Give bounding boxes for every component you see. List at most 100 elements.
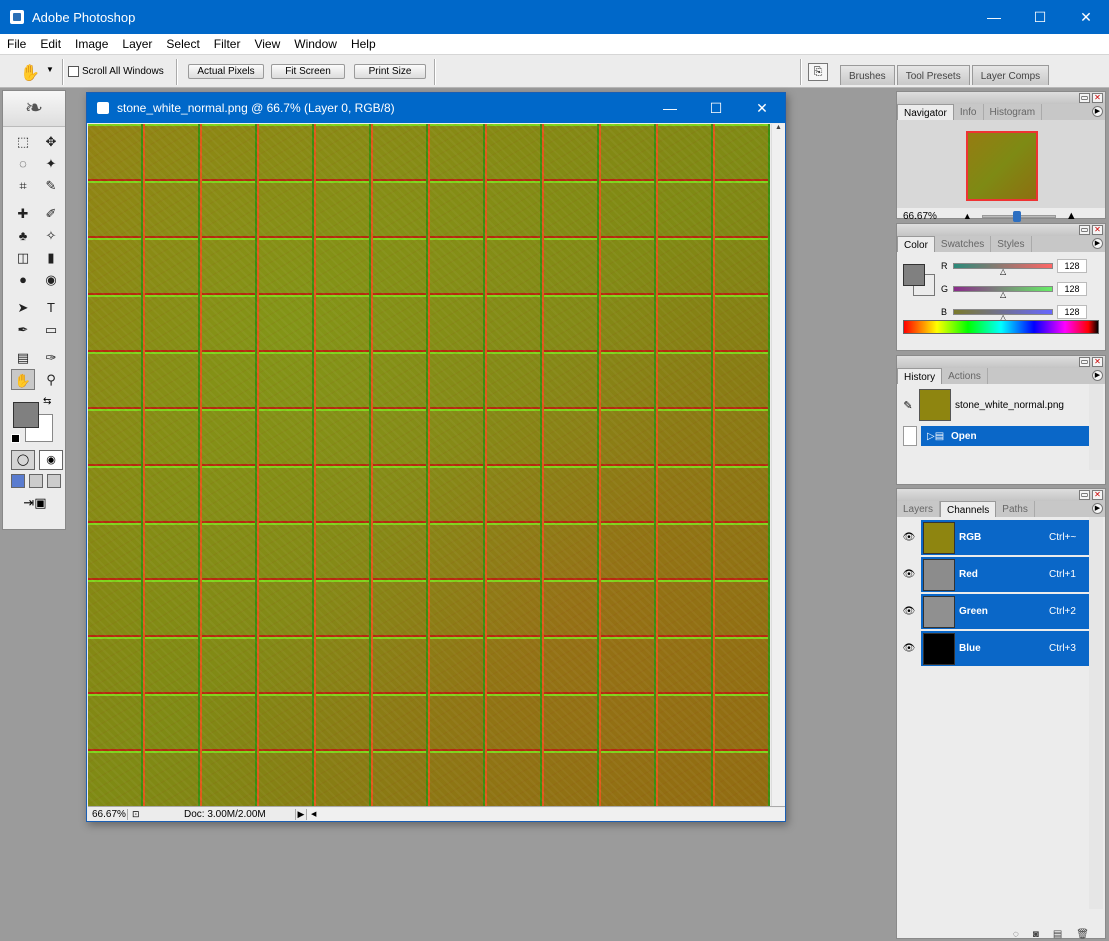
minimize-palette-button[interactable]: ▭: [1079, 93, 1090, 103]
close-palette-button[interactable]: ✕: [1092, 93, 1103, 103]
clone-stamp-tool-icon[interactable]: ♣: [11, 225, 35, 246]
gradient-tool-icon[interactable]: ▮: [39, 247, 63, 268]
red-value-field[interactable]: 128: [1057, 259, 1087, 273]
status-arrow-icon[interactable]: ▶: [295, 808, 307, 820]
palette-menu-icon[interactable]: ▶: [1092, 503, 1103, 514]
blur-tool-icon[interactable]: ●: [11, 269, 35, 290]
channel-row-red[interactable]: 👁 Red Ctrl+1: [897, 556, 1103, 593]
brush-tool-icon[interactable]: ✐: [39, 203, 63, 224]
history-state-source-box[interactable]: [903, 426, 917, 446]
file-browser-icon[interactable]: ⎘: [808, 63, 828, 81]
layer-comps-tab[interactable]: Layer Comps: [971, 65, 1050, 85]
rectangle-tool-icon[interactable]: ▭: [39, 319, 63, 340]
tab-styles[interactable]: Styles: [991, 236, 1032, 252]
hand-icon[interactable]: ✋: [20, 63, 40, 83]
healing-brush-tool-icon[interactable]: ✚: [11, 203, 35, 224]
tool-preset-dropdown-icon[interactable]: ▼: [46, 65, 54, 74]
tab-histogram[interactable]: Histogram: [984, 104, 1043, 120]
history-state[interactable]: ▷▤ Open: [921, 426, 1089, 446]
tab-actions[interactable]: Actions: [942, 368, 988, 384]
lasso-tool-icon[interactable]: ◌: [11, 153, 35, 174]
document-zoom-value[interactable]: 66.67%: [88, 808, 128, 820]
document-close-button[interactable]: ✕: [739, 93, 785, 123]
slice-tool-icon[interactable]: ✎: [39, 175, 63, 196]
move-tool-icon[interactable]: ✥: [39, 131, 63, 152]
menu-image[interactable]: Image: [68, 37, 115, 51]
full-screen-menu-mode-icon[interactable]: [29, 474, 43, 488]
crop-tool-icon[interactable]: ⌗: [11, 175, 35, 196]
horizontal-scrollbar[interactable]: ◀: [307, 807, 785, 821]
maximize-button[interactable]: ☐: [1017, 0, 1063, 34]
type-tool-icon[interactable]: T: [39, 297, 63, 318]
menu-layer[interactable]: Layer: [115, 37, 159, 51]
new-channel-icon[interactable]: ▤: [1053, 929, 1062, 940]
tab-history[interactable]: History: [897, 368, 943, 384]
tab-paths[interactable]: Paths: [996, 501, 1035, 517]
close-button[interactable]: ✕: [1063, 0, 1109, 34]
history-brush-tool-icon[interactable]: ✧: [39, 225, 63, 246]
green-slider-thumb-icon[interactable]: △: [1000, 291, 1006, 299]
menu-window[interactable]: Window: [287, 37, 344, 51]
green-slider[interactable]: △: [953, 286, 1053, 299]
palette-menu-icon[interactable]: ▶: [1092, 370, 1103, 381]
load-channel-selection-icon[interactable]: ◌: [1013, 929, 1019, 940]
eraser-tool-icon[interactable]: ◫: [11, 247, 35, 268]
tab-channels[interactable]: Channels: [940, 501, 997, 517]
actual-pixels-button[interactable]: Actual Pixels: [188, 64, 264, 79]
foreground-color-swatch[interactable]: [13, 402, 39, 428]
navigator-view-box[interactable]: [966, 131, 1038, 201]
menu-filter[interactable]: Filter: [207, 37, 248, 51]
red-slider[interactable]: △: [953, 263, 1053, 276]
delete-channel-icon[interactable]: 🗑: [1076, 929, 1089, 940]
jump-to-imageready-icon[interactable]: ⇥▣: [11, 492, 59, 514]
default-colors-icon[interactable]: [11, 434, 20, 443]
image-canvas[interactable]: [88, 124, 770, 806]
green-value-field[interactable]: 128: [1057, 282, 1087, 296]
color-spectrum-bar[interactable]: [903, 320, 1099, 334]
print-size-button[interactable]: Print Size: [354, 64, 426, 79]
dodge-tool-icon[interactable]: ◉: [39, 269, 63, 290]
channel-item[interactable]: Blue Ctrl+3: [921, 631, 1089, 666]
tab-layers[interactable]: Layers: [897, 501, 941, 517]
navigator-zoom-value[interactable]: 66.67%: [903, 211, 937, 222]
palette-menu-icon[interactable]: ▶: [1092, 238, 1103, 249]
close-palette-button[interactable]: ✕: [1092, 357, 1103, 367]
color-foreground-swatch[interactable]: [903, 264, 925, 286]
menu-view[interactable]: View: [247, 37, 287, 51]
history-brush-source-icon[interactable]: ✎: [897, 399, 919, 412]
channel-row-blue[interactable]: 👁 Blue Ctrl+3: [897, 630, 1103, 667]
tab-color[interactable]: Color: [897, 236, 935, 252]
channel-item[interactable]: Red Ctrl+1: [921, 557, 1089, 592]
blue-value-field[interactable]: 128: [1057, 305, 1087, 319]
channel-item[interactable]: RGB Ctrl+~: [921, 520, 1089, 555]
vertical-scrollbar[interactable]: ▲: [771, 124, 785, 806]
scroll-all-windows-checkbox[interactable]: Scroll All Windows: [68, 66, 164, 77]
scroll-up-icon[interactable]: ▲: [772, 124, 785, 131]
checkbox-box[interactable]: [68, 66, 79, 77]
document-minimize-button[interactable]: —: [647, 93, 693, 123]
document-maximize-button[interactable]: ☐: [693, 93, 739, 123]
quick-mask-mode-icon[interactable]: ◉: [39, 450, 63, 470]
hand-tool-icon[interactable]: ✋: [11, 369, 35, 390]
close-palette-button[interactable]: ✕: [1092, 225, 1103, 235]
zoom-out-icon[interactable]: ▲: [963, 211, 972, 221]
menu-select[interactable]: Select: [159, 37, 206, 51]
menu-edit[interactable]: Edit: [33, 37, 68, 51]
magic-wand-tool-icon[interactable]: ✦: [39, 153, 63, 174]
tool-presets-tab[interactable]: Tool Presets: [896, 65, 970, 85]
zoom-slider-knob[interactable]: [1012, 210, 1021, 222]
red-slider-thumb-icon[interactable]: △: [1000, 268, 1006, 276]
fit-screen-button[interactable]: Fit Screen: [271, 64, 345, 79]
blue-slider[interactable]: △: [953, 309, 1053, 322]
save-selection-channel-icon[interactable]: ◙: [1033, 929, 1039, 940]
status-menu-icon[interactable]: ⊡: [132, 809, 146, 820]
eye-icon[interactable]: 👁: [897, 643, 921, 654]
full-screen-mode-icon[interactable]: [47, 474, 61, 488]
brushes-tab[interactable]: Brushes: [840, 65, 895, 85]
pen-tool-icon[interactable]: ✒: [11, 319, 35, 340]
channels-scrollbar[interactable]: [1089, 517, 1103, 909]
eye-icon[interactable]: 👁: [897, 569, 921, 580]
swap-colors-icon[interactable]: ⇆: [43, 396, 51, 407]
minimize-palette-button[interactable]: ▭: [1079, 225, 1090, 235]
path-selection-tool-icon[interactable]: ➤: [11, 297, 35, 318]
